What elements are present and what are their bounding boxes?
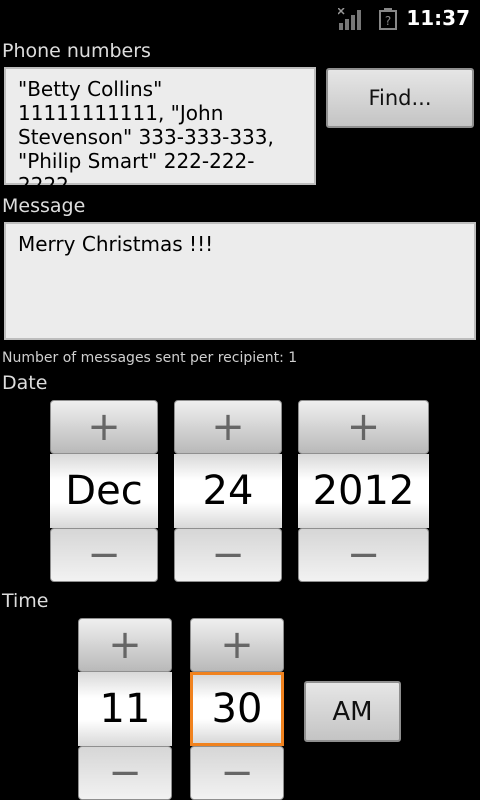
minute-increment-button[interactable]: + (190, 618, 284, 672)
hour-value[interactable]: 11 (78, 672, 172, 746)
day-decrement-button[interactable]: − (174, 528, 282, 582)
find-button[interactable]: Find... (326, 68, 474, 128)
message-field[interactable]: Merry Christmas !!! (4, 222, 476, 340)
year-picker: + 2012 − (298, 400, 429, 582)
day-value[interactable]: 24 (174, 454, 282, 528)
month-decrement-button[interactable]: − (50, 528, 158, 582)
month-picker: + Dec − (50, 400, 158, 582)
hour-increment-button[interactable]: + (78, 618, 172, 672)
am-pm-toggle-button[interactable]: AM (304, 681, 401, 742)
phone-numbers-field[interactable]: "Betty Collins" 11111111111, "John Steve… (4, 67, 316, 197)
status-bar: ? 11:37 (0, 0, 480, 38)
minute-decrement-button[interactable]: − (190, 746, 284, 800)
day-picker: + 24 − (174, 400, 282, 582)
year-value[interactable]: 2012 (298, 454, 429, 528)
message-text: Merry Christmas !!! (18, 232, 214, 256)
date-label: Date (2, 372, 48, 394)
month-value[interactable]: Dec (50, 454, 158, 528)
battery-unknown-icon: ? (379, 8, 397, 30)
time-label: Time (2, 590, 49, 612)
year-increment-button[interactable]: + (298, 400, 429, 454)
minute-picker: + 30 − (190, 618, 284, 800)
day-increment-button[interactable]: + (174, 400, 282, 454)
phone-numbers-text: "Betty Collins" 11111111111, "John Steve… (18, 77, 274, 197)
hour-picker: + 11 − (78, 618, 172, 800)
clock: 11:37 (406, 6, 470, 30)
phone-numbers-label: Phone numbers (2, 40, 151, 62)
year-decrement-button[interactable]: − (298, 528, 429, 582)
month-increment-button[interactable]: + (50, 400, 158, 454)
messages-sent-text: Number of messages sent per recipient: 1 (2, 350, 298, 366)
hour-decrement-button[interactable]: − (78, 746, 172, 800)
signal-icon (338, 8, 361, 30)
svg-text:?: ? (385, 14, 391, 28)
minute-value[interactable]: 30 (190, 672, 284, 746)
message-label: Message (2, 195, 86, 217)
